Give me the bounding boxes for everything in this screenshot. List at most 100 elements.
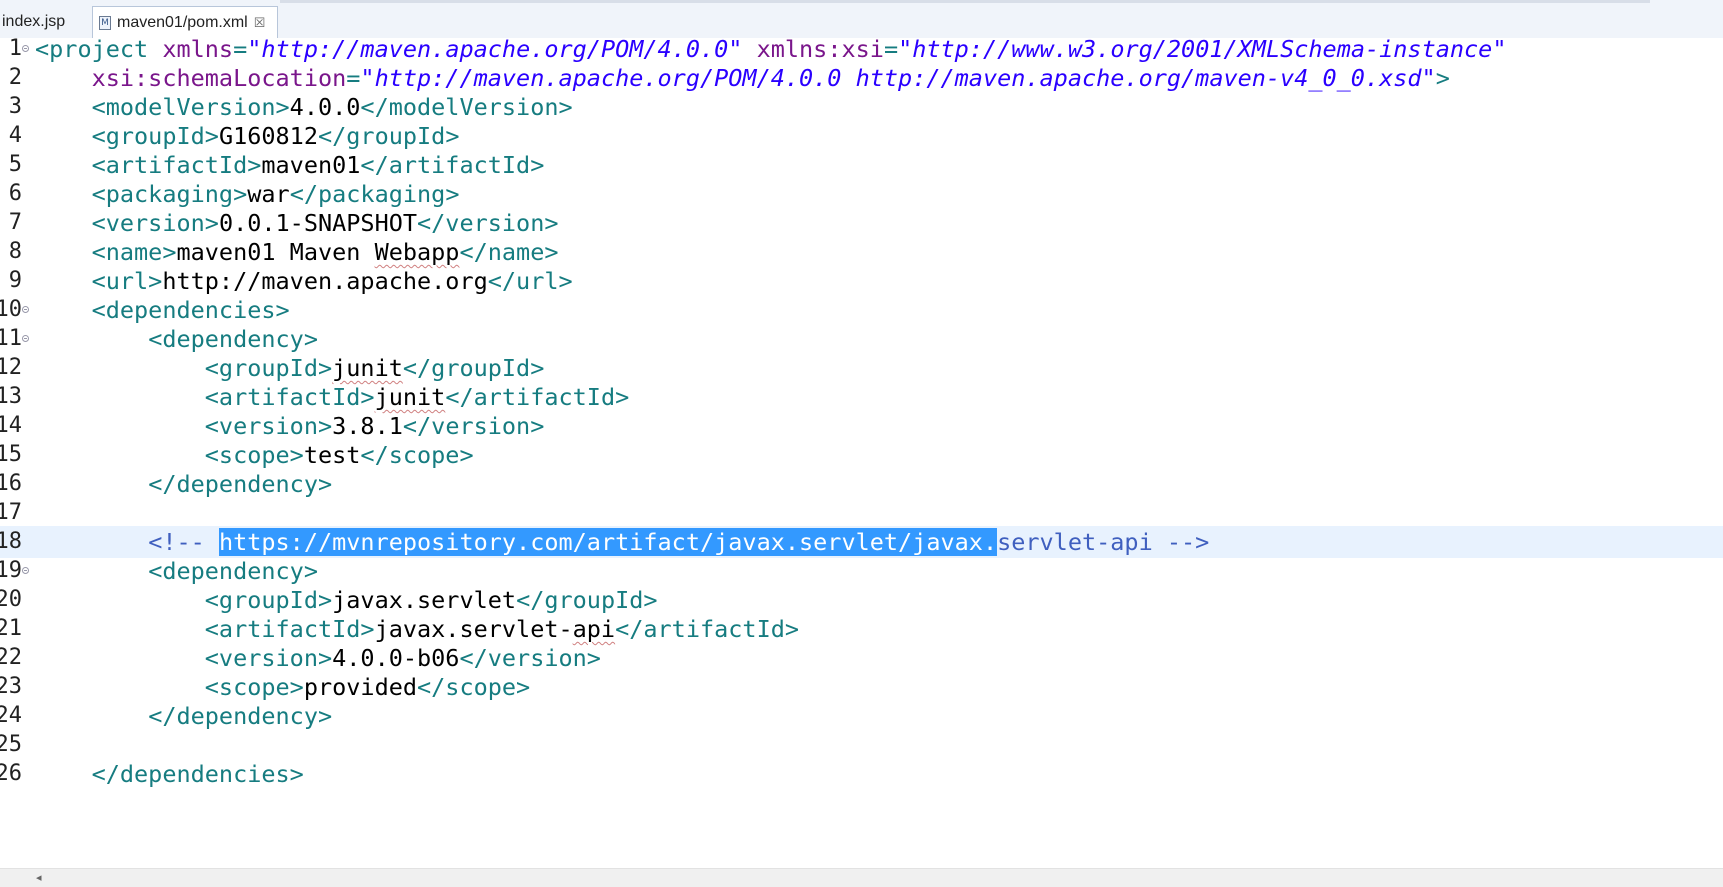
code-line[interactable]: 5 <artifactId>maven01</artifactId> xyxy=(0,149,1723,181)
code-text: <dependencies> xyxy=(35,294,290,326)
line-number-gutter: 11 xyxy=(0,323,30,355)
line-number: 7 xyxy=(8,210,22,235)
code-line[interactable]: 26 </dependencies> xyxy=(0,758,1723,790)
code-line[interactable]: 20 <groupId>javax.servlet</groupId> xyxy=(0,584,1723,616)
attribute-value-token: "http://maven.apache.org/POM/4.0.0 http:… xyxy=(360,64,1436,92)
line-number-gutter: 21 xyxy=(0,613,30,645)
tab-pom-xml[interactable]: M maven01/pom.xml ☒ xyxy=(92,6,278,38)
line-number-gutter: 1 xyxy=(0,38,30,65)
code-line[interactable]: 7 <version>0.0.1-SNAPSHOT</version> xyxy=(0,207,1723,239)
attribute-name-token: xsi:schemaLocation xyxy=(91,64,347,92)
code-line[interactable]: 12 <groupId>junit</groupId> xyxy=(0,352,1723,384)
code-line[interactable]: 2 xsi:schemaLocation="http://maven.apach… xyxy=(0,62,1723,94)
code-text: </dependency> xyxy=(35,700,332,732)
code-line[interactable]: 17 xyxy=(0,497,1723,529)
code-line[interactable]: 19 <dependency> xyxy=(0,555,1723,587)
attribute-value-token: "http://maven.apache.org/POM/4.0.0" xyxy=(247,38,743,63)
tag-token: <groupId> xyxy=(204,354,333,382)
tag-token: <groupId> xyxy=(91,122,219,150)
maven-file-icon: M xyxy=(99,15,111,30)
code-line[interactable]: 6 <packaging>war</packaging> xyxy=(0,178,1723,210)
tag-token: </groupId> xyxy=(402,354,545,382)
code-line[interactable]: 8 <name>maven01 Maven Webapp</name> xyxy=(0,236,1723,268)
comment-token: <!-- xyxy=(148,528,219,556)
code-text: <artifactId>junit</artifactId> xyxy=(35,381,629,413)
code-line[interactable]: 14 <version>3.8.1</version> xyxy=(0,410,1723,442)
code-text: <groupId>G160812</groupId> xyxy=(35,120,460,152)
tag-token: = xyxy=(346,64,361,92)
code-line[interactable]: 21 <artifactId>javax.servlet-api</artifa… xyxy=(0,613,1723,645)
tag-token: <modelVersion> xyxy=(91,93,290,121)
code-line[interactable]: 3 <modelVersion>4.0.0</modelVersion> xyxy=(0,91,1723,123)
code-line[interactable]: 24 </dependency> xyxy=(0,700,1723,732)
code-line[interactable]: 23 <scope>provided</scope> xyxy=(0,671,1723,703)
line-number: 3 xyxy=(8,94,22,119)
code-line[interactable]: 9 <url>http://maven.apache.org</url> xyxy=(0,265,1723,297)
text-token: 0.0.1-SNAPSHOT xyxy=(218,209,418,237)
fold-toggle-icon[interactable] xyxy=(22,335,29,342)
text-token: javax.servlet- xyxy=(374,615,573,643)
code-line[interactable]: 4 <groupId>G160812</groupId> xyxy=(0,120,1723,152)
tag-token: = xyxy=(883,38,899,63)
line-number: 10 xyxy=(0,297,22,322)
attribute-value-token: "http://www.w3.org/2001/XMLSchema-instan… xyxy=(898,38,1507,63)
code-text: </dependency> xyxy=(35,468,332,500)
line-number: 15 xyxy=(0,442,22,467)
tag-token: </version> xyxy=(402,412,545,440)
text-token: 3.8.1 xyxy=(332,412,403,440)
tag-token: <dependencies> xyxy=(91,296,290,324)
xml-source-editor[interactable]: 1 <project xmlns="http://maven.apache.org… xyxy=(0,38,1723,868)
fold-toggle-icon[interactable] xyxy=(22,45,29,52)
code-line[interactable]: 11 <dependency> xyxy=(0,323,1723,355)
line-number-gutter: 17 xyxy=(0,497,30,529)
code-line[interactable]: 22 <version>4.0.0-b06</version> xyxy=(0,642,1723,674)
line-number: 12 xyxy=(0,355,22,380)
tag-token: </artifactId> xyxy=(445,383,630,411)
close-icon[interactable]: ☒ xyxy=(254,15,266,31)
fold-toggle-icon[interactable] xyxy=(22,306,29,313)
code-text: <version>3.8.1</version> xyxy=(35,410,545,442)
tag-token: <version> xyxy=(204,412,333,440)
line-number: 5 xyxy=(8,152,22,177)
tag-token: <name> xyxy=(91,238,177,266)
horizontal-scrollbar[interactable]: ◂ xyxy=(0,868,1723,887)
code-text: <dependency> xyxy=(35,323,318,355)
code-line[interactable]: 25 xyxy=(0,729,1723,761)
code-line[interactable]: 1 <project xmlns="http://maven.apache.org… xyxy=(0,38,1723,65)
code-line[interactable]: 10 <dependencies> xyxy=(0,294,1723,326)
line-number-gutter: 5 xyxy=(0,149,30,181)
text-token: 4.0.0 xyxy=(289,93,361,121)
code-text: <version>0.0.1-SNAPSHOT</version> xyxy=(35,207,559,239)
line-number-gutter: 10 xyxy=(0,294,30,326)
code-line[interactable]: 18 <!-- https://mvnrepository.com/artifa… xyxy=(0,526,1723,558)
scroll-left-icon[interactable]: ◂ xyxy=(36,871,42,884)
tag-token: </url> xyxy=(487,267,573,295)
code-text: <modelVersion>4.0.0</modelVersion> xyxy=(35,91,573,123)
code-text: <packaging>war</packaging> xyxy=(35,178,460,210)
tag-token: </scope> xyxy=(360,441,474,469)
tag-token: <dependency> xyxy=(148,557,318,585)
code-line[interactable]: 16 </dependency> xyxy=(0,468,1723,500)
line-number-gutter: 16 xyxy=(0,468,30,500)
code-text: <groupId>junit</groupId> xyxy=(35,352,545,384)
code-line[interactable]: 13 <artifactId>junit</artifactId> xyxy=(0,381,1723,413)
line-number-gutter: 2 xyxy=(0,62,30,94)
tag-token: <artifactId> xyxy=(204,383,375,411)
tab-index-jsp[interactable]: index.jsp xyxy=(0,6,65,38)
fold-toggle-icon[interactable] xyxy=(22,567,29,574)
line-number-gutter: 9 xyxy=(0,265,30,297)
text-token: G160812 xyxy=(218,122,318,150)
line-number: 13 xyxy=(0,384,22,409)
line-number: 21 xyxy=(0,616,22,641)
code-line[interactable]: 15 <scope>test</scope> xyxy=(0,439,1723,471)
